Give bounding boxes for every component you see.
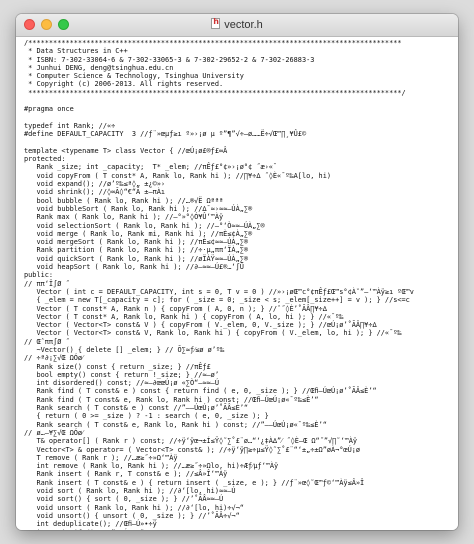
- code-line: T remove ( Rank r ); //…æ≥˝÷»Ω‘™Àÿ: [24, 453, 178, 462]
- code-line: void unsort ( Rank lo, Rank hi ); //∂‘[l…: [24, 503, 244, 512]
- code-line: bool empty() const { return !_size; } //…: [24, 370, 219, 379]
- code-line: Vector ( T const* A, Rank lo, Rank hi ) …: [24, 312, 344, 321]
- code-line: { _elem = new T[_capacity = c]; for ( _s…: [24, 296, 410, 305]
- code-line: // ÷ª∂¡∑√Œ ΩÓø⁄: [24, 354, 84, 363]
- code-line: void bubbleSort ( Rank lo, Rank hi ); //…: [24, 204, 253, 213]
- title-bar[interactable]: vector.h: [16, 14, 458, 37]
- window-title-area: vector.h: [16, 17, 458, 31]
- code-line: // Œˆππ∫Ø ˝: [24, 337, 70, 346]
- code-line: Rank _size; int _capacity; T* _elem; //π…: [24, 163, 278, 172]
- code-line: { return ( 0 >= _size ) ? -1 : search ( …: [24, 412, 269, 421]
- code-line: * Data Structures in C++: [24, 47, 128, 56]
- window-title: vector.h: [224, 19, 263, 31]
- code-line: ****************************************…: [24, 88, 406, 97]
- code-line: public:: [24, 271, 54, 280]
- editor-window: vector.h /******************************…: [16, 14, 458, 530]
- code-line: Rank max ( Rank lo, Rank hi ); //—°»°◊Ó¥…: [24, 213, 224, 222]
- code-line: Rank find ( T const& e ) const { return …: [24, 387, 377, 396]
- code-line: void selectionSort ( Rank lo, Rank hi );…: [24, 221, 265, 230]
- code-line: // ππ‘Ï∫Ø ˝: [24, 279, 70, 288]
- code-line: int deduplicate(); //Œﬁ–Ú»•÷ÿ: [24, 520, 157, 529]
- code-line: ~Vector() { delete [] _elem; } // Õ∑≈ƒ⁄≤…: [24, 345, 225, 354]
- code-line: * Junhui DENG, deng@tsinghua.edu.cn: [24, 63, 174, 72]
- code-line: Vector ( int c = DEFAULT_CAPACITY, int s…: [24, 287, 414, 296]
- code-line: Rank insert ( T const& e ) { return inse…: [24, 478, 365, 487]
- code-line: void sort() { sort ( 0, _size ); } //’˚Ã…: [24, 495, 224, 504]
- code-line: bool bubble ( Rank lo, Rank hi ); //…®√Ë…: [24, 196, 224, 205]
- code-text: /***************************************…: [24, 39, 452, 530]
- code-line: /***************************************…: [24, 39, 402, 47]
- code-line: Rank search ( T const& e ) const //”––Úœ…: [24, 404, 249, 413]
- code-line: Rank partition ( Rank lo, Rank hi ); //÷…: [24, 246, 249, 255]
- code-line: int uniquify(); //”––Ú»•÷ÿ: [24, 529, 452, 530]
- code-line: void quickSort ( Rank lo, Rank hi ); //ø…: [24, 254, 249, 263]
- code-line: Rank find ( T const& e, Rank lo, Rank hi…: [24, 395, 319, 404]
- code-line: Vector ( Vector<T> const& V ) { copyFrom…: [24, 321, 377, 330]
- code-line: Rank insert ( Rank r, T const& e ); //≤Â…: [24, 470, 228, 479]
- code-line: Rank search ( T const& e, Rank lo, Rank …: [24, 420, 327, 429]
- code-line: Rank size() const { return _size; } //πÊ…: [24, 362, 211, 371]
- code-line: Vector<T> & operator= ( Vector<T> const&…: [24, 445, 361, 454]
- code-line: template <typename T> class Vector { //œ…: [24, 146, 228, 155]
- code-line: Vector ( Vector<T> const& V, Rank lo, Ra…: [24, 329, 402, 338]
- code-line: #define DEFAULT_CAPACITY 3 //ƒ¨»œµƒ≥ı º»…: [24, 130, 307, 139]
- header-file-icon: [211, 17, 221, 29]
- code-line: void heapSort ( Rank lo, Rank hi ); //∂—…: [24, 263, 244, 272]
- code-line: T& operator[] ( Rank r ) const; //÷ÿ‘ÿœ¬…: [24, 437, 358, 446]
- code-line: * Computer Science & Technology, Tsinghu…: [24, 72, 244, 81]
- code-line: #pragma once: [24, 105, 74, 114]
- code-line: void merge ( Rank lo, Rank mi, Rank hi )…: [24, 229, 253, 238]
- code-line: void unsort() { unsort ( 0, _size ); } /…: [24, 511, 240, 520]
- code-line: Vector ( T const* A, Rank n ) { copyFrom…: [24, 304, 327, 313]
- code-line: void shrink(); //◊∞Ã◊“€“Ã ±—πÀı: [24, 188, 166, 197]
- code-line: * Copyright (c) 2006-2013. All rights re…: [24, 80, 224, 89]
- code-line: // ø…–¥∑√Œ ΩÓø⁄: [24, 428, 84, 437]
- code-editor[interactable]: /***************************************…: [16, 37, 458, 530]
- code-line: void copyFrom ( T const* A, Rank lo, Ran…: [24, 171, 331, 180]
- code-line: * ISBN: 7-302-33064-6 & 7-302-33065-3 & …: [24, 55, 315, 64]
